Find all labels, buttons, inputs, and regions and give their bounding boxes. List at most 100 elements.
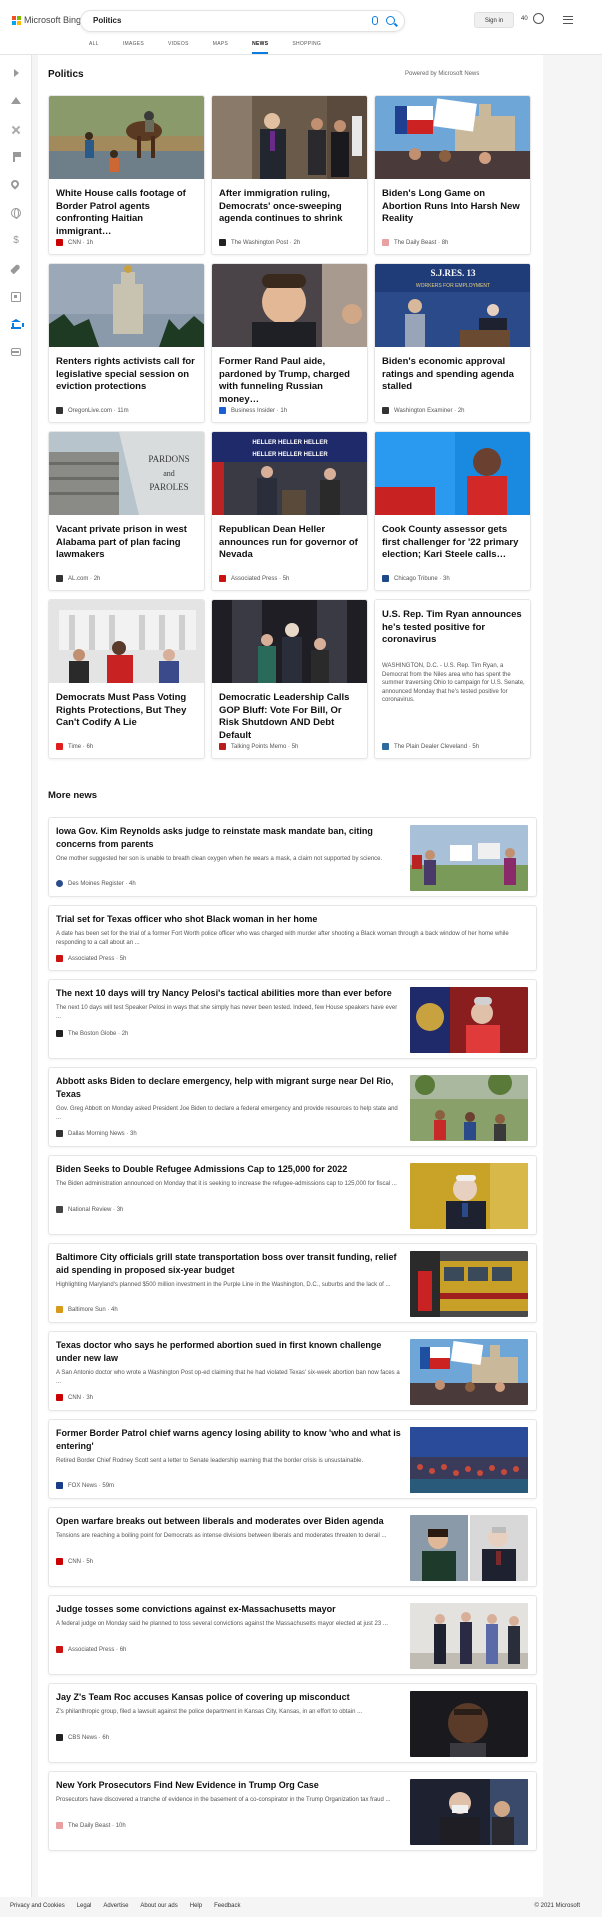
news-title[interactable]: Biden Seeks to Double Refugee Admissions… <box>56 1163 401 1176</box>
news-image <box>410 1603 528 1669</box>
search-tabs: ALL IMAGES VIDEOS MAPS NEWS SHOPPING <box>89 41 345 54</box>
news-title[interactable]: The next 10 days will try Nancy Pelosi's… <box>56 987 401 1000</box>
search-input[interactable]: Politics <box>93 16 121 25</box>
globe-icon[interactable] <box>11 208 21 219</box>
news-item[interactable]: Judge tosses some convictions against ex… <box>48 1595 537 1675</box>
menu-icon[interactable] <box>563 16 573 24</box>
tab-images[interactable]: IMAGES <box>123 41 144 47</box>
category-sidebar: $ <box>0 55 32 1897</box>
footer-link-help[interactable]: Help <box>190 1903 202 1909</box>
footer-link-privacy[interactable]: Privacy and Cookies <box>10 1903 65 1909</box>
news-item[interactable]: Open warfare breaks out between liberals… <box>48 1507 537 1587</box>
news-image <box>410 1779 528 1845</box>
news-title[interactable]: Trial set for Texas officer who shot Bla… <box>56 913 526 926</box>
coronavirus-icon[interactable] <box>11 125 21 135</box>
rewards-count[interactable]: 40 <box>521 16 528 22</box>
news-summary: A San Antonio doctor who wrote a Washing… <box>56 1370 400 1385</box>
news-title[interactable]: Open warfare breaks out between liberals… <box>56 1515 401 1528</box>
bank-icon[interactable] <box>11 319 24 329</box>
main-content: Politics Powered by Microsoft News White… <box>38 55 543 1897</box>
microphone-icon[interactable] <box>372 16 378 25</box>
footer-link-feedback[interactable]: Feedback <box>214 1903 240 1909</box>
news-title[interactable]: Abbott asks Biden to declare emergency, … <box>56 1075 401 1100</box>
money-icon[interactable]: $ <box>11 236 21 246</box>
search-icon[interactable] <box>386 16 395 25</box>
tab-all[interactable]: ALL <box>89 41 99 47</box>
news-item[interactable]: Trial set for Texas officer who shot Bla… <box>48 905 537 971</box>
news-title[interactable]: Former Border Patrol chief warns agency … <box>56 1427 401 1452</box>
news-image <box>410 1163 528 1229</box>
source-logo-icon <box>56 1734 63 1741</box>
news-summary: Prosecutors have discovered a tranche of… <box>56 1797 391 1803</box>
flag-icon[interactable] <box>13 152 21 162</box>
news-title[interactable]: New York Prosecutors Find New Evidence i… <box>56 1779 401 1792</box>
source-logo-icon <box>56 1558 63 1565</box>
copyright: © 2021 Microsoft <box>534 1903 580 1909</box>
news-image <box>410 1339 528 1405</box>
film-icon[interactable] <box>11 292 21 302</box>
tab-videos[interactable]: VIDEOS <box>168 41 189 47</box>
news-source: Associated Press · 5h <box>56 955 126 962</box>
source-logo-icon <box>56 1306 63 1313</box>
page-footer: Privacy and Cookies Legal Advertise Abou… <box>0 1897 602 1917</box>
brand-name: Microsoft Bing <box>24 15 82 25</box>
search-box[interactable]: Politics <box>80 10 405 32</box>
news-title[interactable]: Baltimore City officials grill state tra… <box>56 1251 401 1276</box>
sign-in-button[interactable]: Sign in <box>474 12 514 28</box>
news-source: Associated Press · 6h <box>56 1646 126 1653</box>
news-image <box>410 1427 528 1493</box>
news-summary: The Biden administration announced on Mo… <box>56 1181 397 1187</box>
microsoft-logo-icon <box>12 15 21 25</box>
news-image <box>410 1251 528 1317</box>
news-item[interactable]: New York Prosecutors Find New Evidence i… <box>48 1771 537 1851</box>
news-image <box>410 1691 528 1757</box>
tab-news[interactable]: NEWS <box>252 41 269 54</box>
source-logo-icon <box>56 1482 63 1489</box>
footer-link-legal[interactable]: Legal <box>77 1903 92 1909</box>
location-pin-icon[interactable] <box>9 178 21 190</box>
tab-maps[interactable]: MAPS <box>213 41 228 47</box>
footer-link-advertise[interactable]: Advertise <box>103 1903 128 1909</box>
news-source: FOX News · 59m <box>56 1482 114 1489</box>
news-summary: One mother suggested her son is unable t… <box>56 856 383 862</box>
news-item[interactable]: Jay Z's Team Roc accuses Kansas police o… <box>48 1683 537 1763</box>
source-logo-icon <box>56 1030 63 1037</box>
news-source: The Daily Beast · 10h <box>56 1822 126 1829</box>
news-source: The Boston Globe · 2h <box>56 1030 128 1037</box>
bing-logo[interactable]: Microsoft Bing <box>12 15 81 25</box>
source-logo-icon <box>56 1822 63 1829</box>
news-item[interactable]: Baltimore City officials grill state tra… <box>48 1243 537 1323</box>
news-source: CNN · 3h <box>56 1394 93 1401</box>
tab-shopping[interactable]: SHOPPING <box>292 41 321 47</box>
source-logo-icon <box>56 1646 63 1653</box>
rocket-icon[interactable] <box>10 263 21 275</box>
top-header: Microsoft Bing Politics Sign in 40 ALL I… <box>0 0 602 55</box>
rewards-trophy-icon[interactable] <box>533 13 544 24</box>
more-news-list: Iowa Gov. Kim Reynolds asks judge to rei… <box>48 55 537 1897</box>
news-image <box>410 825 528 891</box>
news-source: CNN · 5h <box>56 1558 93 1565</box>
news-item[interactable]: Former Border Patrol chief warns agency … <box>48 1419 537 1499</box>
news-summary: Highlighting Maryland's planned $500 mil… <box>56 1282 391 1288</box>
news-title[interactable]: Iowa Gov. Kim Reynolds asks judge to rei… <box>56 825 401 850</box>
source-logo-icon <box>56 1394 63 1401</box>
news-summary: The next 10 days will test Speaker Pelos… <box>56 1005 398 1020</box>
footer-links: Privacy and Cookies Legal Advertise Abou… <box>10 1903 252 1909</box>
news-title[interactable]: Jay Z's Team Roc accuses Kansas police o… <box>56 1691 401 1704</box>
news-image <box>410 1515 528 1581</box>
news-item[interactable]: The next 10 days will try Nancy Pelosi's… <box>48 979 537 1059</box>
footer-link-about-ads[interactable]: About our ads <box>140 1903 177 1909</box>
news-source: Dallas Morning News · 3h <box>56 1130 137 1137</box>
credit-card-icon[interactable] <box>11 348 21 356</box>
source-logo-icon <box>56 880 63 887</box>
news-summary: A date has been set for the trial of a f… <box>56 931 509 946</box>
news-source: Baltimore Sun · 4h <box>56 1306 118 1313</box>
news-title[interactable]: Texas doctor who says he performed abort… <box>56 1339 401 1364</box>
news-item[interactable]: Biden Seeks to Double Refugee Admissions… <box>48 1155 537 1235</box>
home-icon[interactable] <box>11 97 21 104</box>
news-item[interactable]: Abbott asks Biden to declare emergency, … <box>48 1067 537 1147</box>
news-title[interactable]: Judge tosses some convictions against ex… <box>56 1603 401 1616</box>
news-item[interactable]: Iowa Gov. Kim Reynolds asks judge to rei… <box>48 817 537 897</box>
expand-icon[interactable] <box>14 69 19 77</box>
news-item[interactable]: Texas doctor who says he performed abort… <box>48 1331 537 1411</box>
